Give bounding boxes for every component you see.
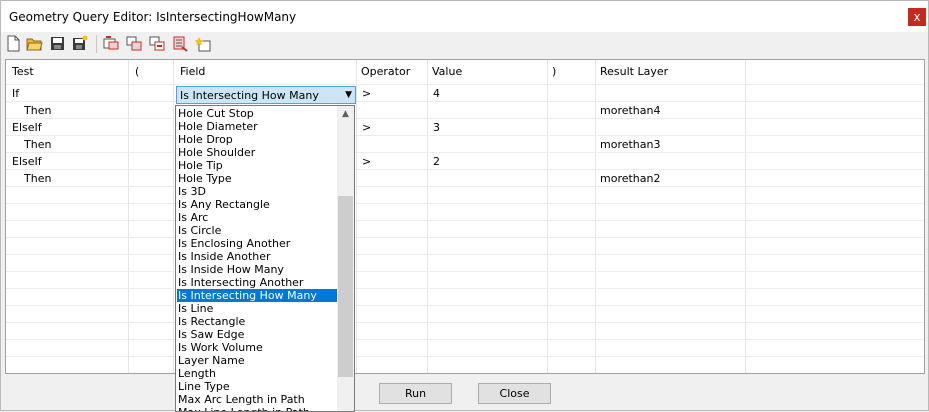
header-field[interactable]: Field <box>174 60 205 84</box>
row-result-cell[interactable]: morethan2 <box>600 170 661 187</box>
field-option[interactable]: Is Line <box>177 302 337 315</box>
chevron-down-icon[interactable]: ▼ <box>345 88 352 103</box>
header-open-paren[interactable]: ( <box>129 60 139 84</box>
row-operator-cell[interactable]: > <box>362 85 371 102</box>
row-value-cell[interactable]: 3 <box>433 119 440 136</box>
grid-row-divider <box>6 339 924 340</box>
field-option[interactable]: Is Intersecting How Many <box>177 289 337 302</box>
field-option[interactable]: Layer Name <box>177 354 337 367</box>
row-operator-cell[interactable]: > <box>362 119 371 136</box>
grid-row-divider <box>6 271 924 272</box>
toolbar <box>1 32 928 56</box>
row-value-cell[interactable]: 2 <box>433 153 440 170</box>
row-test-cell[interactable]: Then <box>24 102 51 119</box>
save-icon[interactable] <box>49 35 66 52</box>
field-option[interactable]: Is Saw Edge <box>177 328 337 341</box>
field-dropdown-list[interactable]: Hole Cut Stop Hole Diameter Hole Drop Hole … <box>175 105 355 412</box>
grid-row-divider <box>6 288 924 289</box>
save-as-icon[interactable] <box>71 35 88 52</box>
open-icon[interactable] <box>26 35 43 52</box>
field-option[interactable]: Hole Shoulder <box>177 146 337 159</box>
window-title: Geometry Query Editor: IsIntersectingHow… <box>9 10 297 24</box>
row-test-cell[interactable]: Then <box>24 170 51 187</box>
grid-row-divider <box>6 305 924 306</box>
insert-row-icon[interactable] <box>103 35 120 52</box>
row-test-cell[interactable]: ElseIf <box>12 119 42 136</box>
close-button[interactable]: Close <box>478 383 551 404</box>
field-option[interactable]: Is 3D <box>177 185 337 198</box>
field-option[interactable]: Is Any Rectangle <box>177 198 337 211</box>
field-option[interactable]: Is Circle <box>177 224 337 237</box>
geometry-query-editor-window: Geometry Query Editor: IsIntersectingHow… <box>0 0 929 412</box>
dropdown-scrollbar[interactable]: ▲ <box>337 106 354 411</box>
row-operator-cell[interactable]: > <box>362 153 371 170</box>
field-option[interactable]: Max Line Length in Path <box>177 406 337 411</box>
field-option[interactable]: Hole Diameter <box>177 120 337 133</box>
field-option[interactable]: Length <box>177 367 337 380</box>
delete-row-icon[interactable] <box>149 35 166 52</box>
field-option[interactable]: Max Arc Length in Path <box>177 393 337 406</box>
field-option[interactable]: Hole Type <box>177 172 337 185</box>
header-result-layer[interactable]: Result Layer <box>594 60 668 84</box>
grid-row-divider <box>6 356 924 357</box>
row-test-cell[interactable]: If <box>12 85 19 102</box>
toolbar-separator <box>96 35 97 53</box>
grid-row-divider <box>6 254 924 255</box>
field-option[interactable]: Is Arc <box>177 211 337 224</box>
scrollbar-thumb[interactable] <box>338 196 353 377</box>
row-test-cell[interactable]: Then <box>24 136 51 153</box>
run-button[interactable]: Run <box>379 383 452 404</box>
close-window-button[interactable]: x <box>908 8 926 26</box>
grid-row-divider <box>6 322 924 323</box>
field-option[interactable]: Is Work Volume <box>177 341 337 354</box>
field-option[interactable]: Hole Tip <box>177 159 337 172</box>
grid-row-divider <box>6 220 924 221</box>
grid-col-divider <box>427 60 428 373</box>
field-option[interactable]: Is Enclosing Another <box>177 237 337 250</box>
field-option[interactable]: Hole Cut Stop <box>177 107 337 120</box>
grid-col-divider <box>128 60 129 373</box>
row-result-cell[interactable]: morethan3 <box>600 136 661 153</box>
header-test[interactable]: Test <box>6 60 34 84</box>
grid-col-divider <box>173 60 174 373</box>
grid-row-divider <box>6 203 924 204</box>
title-bar: Geometry Query Editor: IsIntersectingHow… <box>1 1 928 32</box>
query-grid: Test ( Field Operator Value ) Result Lay… <box>5 59 925 374</box>
field-combobox[interactable]: Is Intersecting How Many ▼ <box>176 86 356 104</box>
run-query-icon[interactable] <box>195 35 212 52</box>
delete-rows-icon[interactable] <box>172 35 189 52</box>
grid-col-divider <box>595 60 596 373</box>
header-operator[interactable]: Operator <box>355 60 410 84</box>
grid-row-divider <box>6 169 924 170</box>
field-option[interactable]: Is Intersecting Another <box>177 276 337 289</box>
field-option[interactable]: Is Inside Another <box>177 250 337 263</box>
grid-row-divider <box>6 237 924 238</box>
grid-col-divider <box>745 60 746 373</box>
grid-row-divider <box>6 186 924 187</box>
grid-row-divider <box>6 101 924 102</box>
row-test-cell[interactable]: ElseIf <box>12 153 42 170</box>
field-option[interactable]: Line Type <box>177 380 337 393</box>
field-option[interactable]: Is Inside How Many <box>177 263 337 276</box>
grid-row-divider <box>6 84 924 85</box>
grid-row-divider <box>6 152 924 153</box>
field-option[interactable]: Is Rectangle <box>177 315 337 328</box>
row-result-cell[interactable]: morethan4 <box>600 102 661 119</box>
grid-row-divider <box>6 118 924 119</box>
row-value-cell[interactable]: 4 <box>433 85 440 102</box>
new-icon[interactable] <box>5 35 22 52</box>
field-option[interactable]: Hole Drop <box>177 133 337 146</box>
grid-col-divider <box>547 60 548 373</box>
grid-col-divider <box>356 60 357 373</box>
header-value[interactable]: Value <box>426 60 462 84</box>
scroll-up-arrow-icon[interactable]: ▲ <box>337 106 354 123</box>
field-combobox-value: Is Intersecting How Many <box>180 89 319 102</box>
insert-row-after-icon[interactable] <box>126 35 143 52</box>
grid-row-divider <box>6 135 924 136</box>
